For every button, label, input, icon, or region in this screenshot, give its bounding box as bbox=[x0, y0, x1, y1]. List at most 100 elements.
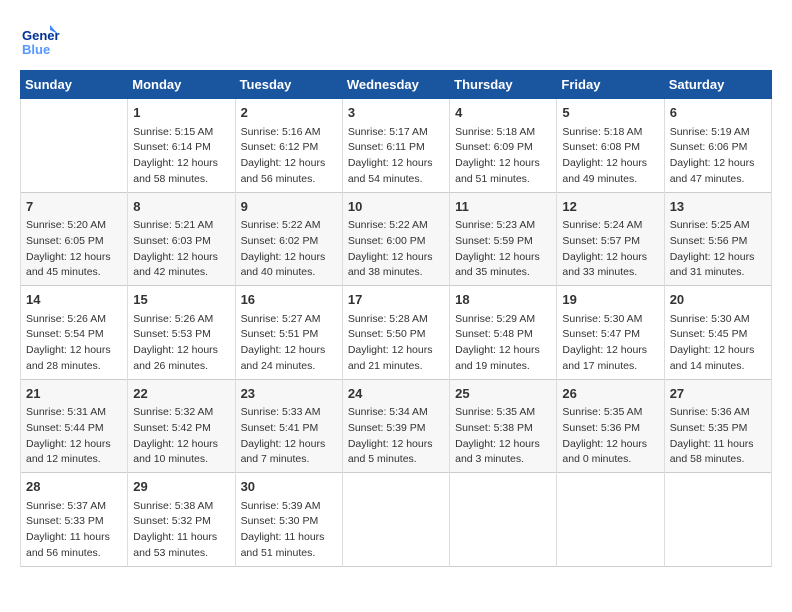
day-info: Sunset: 5:41 PM bbox=[241, 421, 337, 437]
day-info: and 3 minutes. bbox=[455, 452, 551, 468]
day-info: Sunset: 5:57 PM bbox=[562, 234, 658, 250]
day-info: Daylight: 11 hours bbox=[26, 530, 122, 546]
day-info: and 28 minutes. bbox=[26, 359, 122, 375]
day-info: Sunrise: 5:37 AM bbox=[26, 499, 122, 515]
day-info: Daylight: 12 hours bbox=[26, 250, 122, 266]
day-info: Daylight: 12 hours bbox=[455, 437, 551, 453]
day-info: Sunrise: 5:28 AM bbox=[348, 312, 444, 328]
day-number: 6 bbox=[670, 103, 766, 123]
day-info: and 58 minutes. bbox=[133, 172, 229, 188]
calendar-cell: 3Sunrise: 5:17 AMSunset: 6:11 PMDaylight… bbox=[342, 99, 449, 193]
day-info: Sunset: 5:39 PM bbox=[348, 421, 444, 437]
day-info: Daylight: 12 hours bbox=[562, 343, 658, 359]
day-info: Daylight: 12 hours bbox=[562, 250, 658, 266]
day-info: Sunset: 6:00 PM bbox=[348, 234, 444, 250]
day-info: Sunrise: 5:32 AM bbox=[133, 405, 229, 421]
day-info: Sunrise: 5:15 AM bbox=[133, 125, 229, 141]
day-number: 2 bbox=[241, 103, 337, 123]
day-info: Sunrise: 5:30 AM bbox=[670, 312, 766, 328]
calendar-cell: 11Sunrise: 5:23 AMSunset: 5:59 PMDayligh… bbox=[450, 192, 557, 286]
day-number: 28 bbox=[26, 477, 122, 497]
day-info: Sunrise: 5:23 AM bbox=[455, 218, 551, 234]
day-info: Daylight: 12 hours bbox=[455, 343, 551, 359]
day-info: Sunrise: 5:18 AM bbox=[455, 125, 551, 141]
calendar-cell: 2Sunrise: 5:16 AMSunset: 6:12 PMDaylight… bbox=[235, 99, 342, 193]
day-info: Sunset: 5:35 PM bbox=[670, 421, 766, 437]
day-info: Sunrise: 5:17 AM bbox=[348, 125, 444, 141]
day-info: and 31 minutes. bbox=[670, 265, 766, 281]
day-number: 23 bbox=[241, 384, 337, 404]
day-info: Sunset: 5:56 PM bbox=[670, 234, 766, 250]
day-number: 4 bbox=[455, 103, 551, 123]
week-row-3: 14 Sunrise: 5:26 AM Sunset: 5:54 PM Dayligh… bbox=[21, 286, 772, 380]
day-info: Daylight: 12 hours bbox=[133, 250, 229, 266]
day-number: 21 bbox=[26, 384, 122, 404]
logo-icon: General Blue bbox=[20, 20, 60, 60]
day-number: 15 bbox=[133, 290, 229, 310]
day-info: Daylight: 12 hours bbox=[241, 250, 337, 266]
calendar-cell: 15Sunrise: 5:26 AMSunset: 5:53 PMDayligh… bbox=[128, 286, 235, 380]
day-info: Sunset: 5:32 PM bbox=[133, 514, 229, 530]
day-info: Daylight: 12 hours bbox=[133, 156, 229, 172]
day-info: Daylight: 12 hours bbox=[455, 250, 551, 266]
day-info: Daylight: 12 hours bbox=[26, 437, 122, 453]
day-info: Daylight: 12 hours bbox=[133, 437, 229, 453]
day-info: and 58 minutes. bbox=[670, 452, 766, 468]
day-info: Sunset: 6:14 PM bbox=[133, 140, 229, 156]
day-number: 5 bbox=[562, 103, 658, 123]
day-info: Sunset: 6:03 PM bbox=[133, 234, 229, 250]
day-info: Sunrise: 5:19 AM bbox=[670, 125, 766, 141]
day-number: 19 bbox=[562, 290, 658, 310]
calendar-cell bbox=[557, 473, 664, 567]
calendar-cell: 21Sunrise: 5:31 AMSunset: 5:44 PMDayligh… bbox=[21, 379, 128, 473]
calendar-cell: 20Sunrise: 5:30 AMSunset: 5:45 PMDayligh… bbox=[664, 286, 771, 380]
calendar-cell: 27Sunrise: 5:36 AMSunset: 5:35 PMDayligh… bbox=[664, 379, 771, 473]
weekday-header-saturday: Saturday bbox=[664, 71, 771, 99]
day-info: Sunset: 5:45 PM bbox=[670, 327, 766, 343]
day-info: Daylight: 12 hours bbox=[348, 156, 444, 172]
day-info: Sunrise: 5:29 AM bbox=[455, 312, 551, 328]
day-info: Daylight: 12 hours bbox=[670, 156, 766, 172]
day-info: and 33 minutes. bbox=[562, 265, 658, 281]
day-info: Sunrise: 5:35 AM bbox=[562, 405, 658, 421]
calendar-cell: 8Sunrise: 5:21 AMSunset: 6:03 PMDaylight… bbox=[128, 192, 235, 286]
day-info: Sunrise: 5:21 AM bbox=[133, 218, 229, 234]
day-number: 14 bbox=[26, 290, 122, 310]
day-info: Sunrise: 5:24 AM bbox=[562, 218, 658, 234]
day-number: 29 bbox=[133, 477, 229, 497]
week-row-5: 28Sunrise: 5:37 AMSunset: 5:33 PMDayligh… bbox=[21, 473, 772, 567]
day-number: 27 bbox=[670, 384, 766, 404]
day-info: Sunset: 5:59 PM bbox=[455, 234, 551, 250]
logo: General Blue bbox=[20, 20, 64, 60]
day-info: and 56 minutes. bbox=[241, 172, 337, 188]
day-number: 20 bbox=[670, 290, 766, 310]
day-number: 26 bbox=[562, 384, 658, 404]
day-info: Sunrise: 5:26 AM bbox=[133, 312, 229, 328]
calendar-cell: 1 Sunrise: 5:15 AMSunset: 6:14 PMDaylight… bbox=[128, 99, 235, 193]
day-info: Sunrise: 5:22 AM bbox=[241, 218, 337, 234]
day-info: Sunrise: 5:25 AM bbox=[670, 218, 766, 234]
day-info: Sunset: 5:38 PM bbox=[455, 421, 551, 437]
day-info: and 51 minutes. bbox=[241, 546, 337, 562]
day-info: and 17 minutes. bbox=[562, 359, 658, 375]
day-info: Sunset: 6:08 PM bbox=[562, 140, 658, 156]
day-info: Daylight: 11 hours bbox=[670, 437, 766, 453]
day-info: Sunset: 5:36 PM bbox=[562, 421, 658, 437]
calendar-cell: 4Sunrise: 5:18 AMSunset: 6:09 PMDaylight… bbox=[450, 99, 557, 193]
day-info: Sunset: 6:05 PM bbox=[26, 234, 122, 250]
day-info: and 54 minutes. bbox=[348, 172, 444, 188]
day-info: Daylight: 11 hours bbox=[133, 530, 229, 546]
calendar-cell: 19Sunrise: 5:30 AMSunset: 5:47 PMDayligh… bbox=[557, 286, 664, 380]
day-number: 30 bbox=[241, 477, 337, 497]
day-info: and 51 minutes. bbox=[455, 172, 551, 188]
day-number: 1 bbox=[133, 103, 229, 123]
day-info: Sunset: 5:54 PM bbox=[26, 327, 122, 343]
calendar-cell: 17Sunrise: 5:28 AMSunset: 5:50 PMDayligh… bbox=[342, 286, 449, 380]
header: General Blue bbox=[20, 20, 772, 60]
weekday-header-monday: Monday bbox=[128, 71, 235, 99]
weekday-header-wednesday: Wednesday bbox=[342, 71, 449, 99]
calendar-cell: 23Sunrise: 5:33 AMSunset: 5:41 PMDayligh… bbox=[235, 379, 342, 473]
day-number: 10 bbox=[348, 197, 444, 217]
calendar-cell: 6Sunrise: 5:19 AMSunset: 6:06 PMDaylight… bbox=[664, 99, 771, 193]
day-number: 11 bbox=[455, 197, 551, 217]
